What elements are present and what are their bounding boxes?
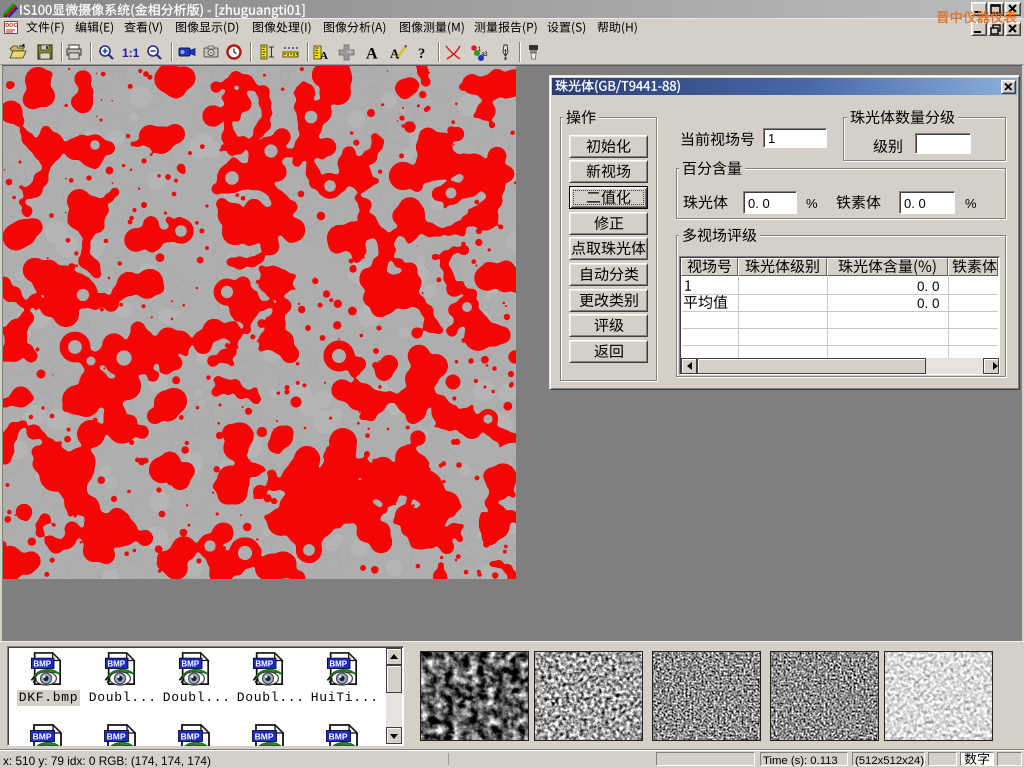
svg-text:A: A	[320, 50, 328, 62]
svg-text:A: A	[366, 46, 378, 63]
svg-text:1:1: 1:1	[122, 46, 140, 60]
svg-text:DOC: DOC	[5, 23, 17, 29]
svg-text:?: ?	[418, 46, 425, 62]
svg-text:3: 3	[484, 51, 488, 58]
svg-text:A: A	[390, 46, 400, 61]
